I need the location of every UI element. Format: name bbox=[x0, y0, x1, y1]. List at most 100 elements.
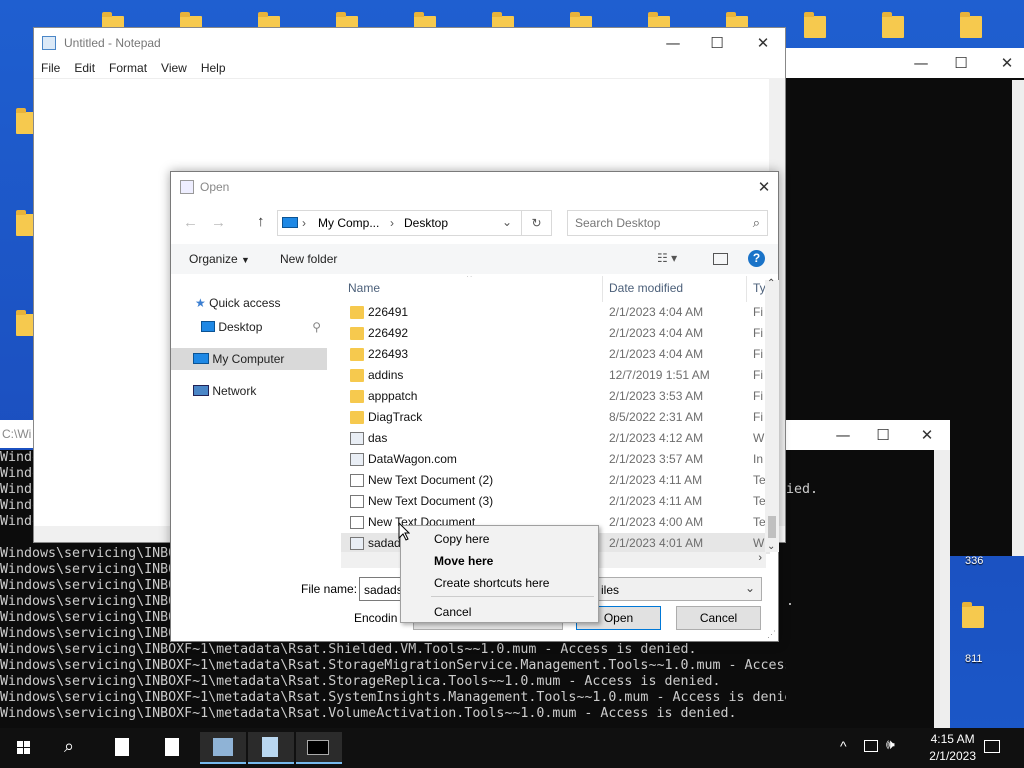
refresh-button[interactable]: ↻ bbox=[522, 210, 552, 236]
computer-icon bbox=[282, 217, 298, 228]
close-icon[interactable]: ✕ bbox=[741, 172, 787, 202]
file-row[interactable]: apppatch 2/1/2023 3:53 AM Fi bbox=[341, 386, 770, 407]
console-line: Windows\servicing\INBOX bbox=[0, 562, 185, 577]
console-scrollbar[interactable] bbox=[934, 450, 950, 730]
scroll-right-icon[interactable]: › bbox=[758, 552, 762, 564]
desktop-folder-icon[interactable] bbox=[880, 10, 908, 42]
taskbar-app-console[interactable] bbox=[296, 732, 342, 764]
chevron-down-icon[interactable]: ⌄ bbox=[502, 215, 512, 229]
address-bar[interactable]: › My Comp... › Desktop ⌄ bbox=[277, 210, 522, 236]
encoding-label: Encodin bbox=[354, 611, 398, 625]
nav-network[interactable]: Network bbox=[193, 380, 323, 402]
menu-item-move-here[interactable]: Move here bbox=[434, 554, 493, 568]
organize-button[interactable]: Organize ▼ bbox=[189, 252, 250, 266]
menu-file[interactable]: File bbox=[34, 58, 67, 78]
taskbar-file-1[interactable] bbox=[102, 732, 142, 764]
file-row[interactable]: 226493 2/1/2023 4:04 AM Fi bbox=[341, 344, 770, 365]
desktop-folder-icon[interactable] bbox=[958, 10, 986, 42]
nav-desktop[interactable]: Desktop ⚲ bbox=[201, 316, 325, 338]
file-row[interactable]: New Text Document (2) 2/1/2023 4:11 AM Te bbox=[341, 470, 770, 491]
cancel-button[interactable]: Cancel bbox=[676, 606, 761, 630]
close-icon[interactable]: ✕ bbox=[984, 48, 1024, 78]
file-name: 226491 bbox=[368, 305, 409, 319]
file-row[interactable]: DataWagon.com 2/1/2023 3:57 AM In bbox=[341, 449, 770, 470]
menu-format[interactable]: Format bbox=[102, 58, 154, 78]
menu-edit[interactable]: Edit bbox=[67, 58, 102, 78]
context-menu: Copy here Move here Create shortcuts her… bbox=[400, 525, 599, 623]
console-window-right-titlebar[interactable]: — ☐ ✕ bbox=[786, 48, 1024, 78]
clock[interactable]: 4:15 AM 2/1/2023 bbox=[929, 731, 976, 765]
file-row[interactable]: New Text Document (3) 2/1/2023 4:11 AM Te bbox=[341, 491, 770, 512]
text-file-icon bbox=[350, 474, 364, 487]
file-row[interactable]: DiagTrack 8/5/2022 2:31 AM Fi bbox=[341, 407, 770, 428]
new-folder-button[interactable]: New folder bbox=[280, 252, 337, 266]
breadcrumb-desktop[interactable]: Desktop bbox=[404, 216, 448, 230]
search-box[interactable]: Search Desktop ⌕ bbox=[567, 210, 768, 236]
desktop-folder-icon[interactable] bbox=[960, 600, 988, 632]
file-row[interactable]: 226491 2/1/2023 4:04 AM Fi bbox=[341, 302, 770, 323]
file-row[interactable]: das 2/1/2023 4:12 AM W bbox=[341, 428, 770, 449]
notepad-app-icon bbox=[42, 36, 56, 50]
file-row[interactable]: addins 12/7/2019 1:51 AM Fi bbox=[341, 365, 770, 386]
file-name: sadad bbox=[368, 536, 401, 550]
file-type-select[interactable]: iles ⌄ bbox=[576, 577, 762, 601]
scroll-down-icon[interactable]: ⌄ bbox=[767, 541, 775, 552]
view-options-icon[interactable]: ☷ ▾ bbox=[657, 251, 677, 265]
taskbar: ⌕ ^ 🕪 4:15 AM 2/1/2023 bbox=[0, 728, 1024, 768]
file-row[interactable]: 226492 2/1/2023 4:04 AM Fi bbox=[341, 323, 770, 344]
console-scrollbar[interactable] bbox=[1012, 80, 1024, 556]
desktop-folder-icon[interactable] bbox=[802, 10, 830, 42]
back-arrow-icon[interactable]: ← bbox=[183, 214, 198, 231]
up-arrow-icon[interactable]: ↑ bbox=[257, 213, 265, 230]
taskbar-app-explorer[interactable] bbox=[200, 732, 246, 764]
notifications-icon[interactable] bbox=[984, 740, 1000, 753]
maximize-icon[interactable]: ☐ bbox=[938, 48, 984, 78]
search-button[interactable]: ⌕ bbox=[52, 732, 92, 764]
menu-item-cancel[interactable]: Cancel bbox=[434, 605, 471, 619]
close-icon[interactable]: ✕ bbox=[740, 28, 786, 58]
preview-pane-icon[interactable] bbox=[713, 253, 728, 265]
menu-item-create-shortcuts-here[interactable]: Create shortcuts here bbox=[434, 576, 549, 590]
taskbar-app-notepad[interactable] bbox=[248, 732, 294, 764]
scroll-up-icon[interactable]: ⌃ bbox=[767, 278, 775, 289]
menu-help[interactable]: Help bbox=[194, 58, 233, 78]
help-icon[interactable]: ? bbox=[748, 250, 765, 267]
minimize-icon[interactable]: — bbox=[650, 28, 696, 58]
breadcrumb-separator: › bbox=[390, 216, 394, 230]
nav-quick-access[interactable]: ★ Quick access bbox=[195, 292, 325, 314]
network-icon[interactable] bbox=[864, 740, 878, 752]
folder-icon bbox=[350, 306, 364, 319]
forward-arrow-icon[interactable]: → bbox=[211, 214, 226, 231]
volume-icon[interactable]: 🕪 bbox=[886, 736, 895, 753]
menu-view[interactable]: View bbox=[154, 58, 194, 78]
maximize-icon[interactable]: ☐ bbox=[860, 420, 906, 450]
console-window-back-titlebar[interactable]: C:\Wi bbox=[0, 420, 34, 448]
column-name[interactable]: Name bbox=[348, 281, 380, 301]
dialog-titlebar[interactable]: Open ✕ bbox=[171, 172, 778, 202]
pin-icon[interactable]: ⚲ bbox=[312, 316, 321, 338]
chevron-up-icon[interactable]: ^ bbox=[840, 738, 847, 754]
resize-grip-icon[interactable]: ⋰ bbox=[767, 629, 776, 640]
console-window-mid[interactable]: ied. . bbox=[786, 450, 934, 730]
taskbar-file-2[interactable] bbox=[152, 732, 192, 764]
breadcrumb-my-computer[interactable]: My Comp... bbox=[318, 216, 379, 230]
maximize-icon[interactable]: ☐ bbox=[694, 28, 740, 58]
scroll-thumb[interactable] bbox=[768, 516, 776, 538]
file-date: 8/5/2022 2:31 AM bbox=[609, 410, 704, 424]
notepad-titlebar[interactable]: Untitled - Notepad — ☐ ✕ bbox=[34, 28, 785, 58]
start-button[interactable] bbox=[4, 732, 44, 764]
close-icon[interactable]: ✕ bbox=[904, 420, 950, 450]
file-list-vertical-scrollbar[interactable]: ⌃ ⌄ bbox=[765, 278, 779, 552]
column-date-modified[interactable]: Date modified bbox=[609, 281, 683, 301]
navigation-pane: ★ Quick access Desktop ⚲ My Computer Net… bbox=[171, 276, 327, 556]
search-icon: ⌕ bbox=[64, 736, 75, 756]
console-window-mid-titlebar[interactable]: — ☐ ✕ bbox=[786, 420, 950, 450]
nav-quick-access-label: Quick access bbox=[209, 296, 281, 310]
nav-my-computer[interactable]: My Computer bbox=[171, 348, 327, 370]
menu-item-copy-here[interactable]: Copy here bbox=[434, 532, 489, 546]
console-line: Windows\servicing\INBOX bbox=[0, 546, 185, 561]
column-type[interactable]: Ty bbox=[753, 281, 766, 301]
search-icon: ⌕ bbox=[752, 215, 760, 230]
file-name: addins bbox=[368, 368, 404, 382]
dialog-title: Open bbox=[200, 180, 230, 194]
